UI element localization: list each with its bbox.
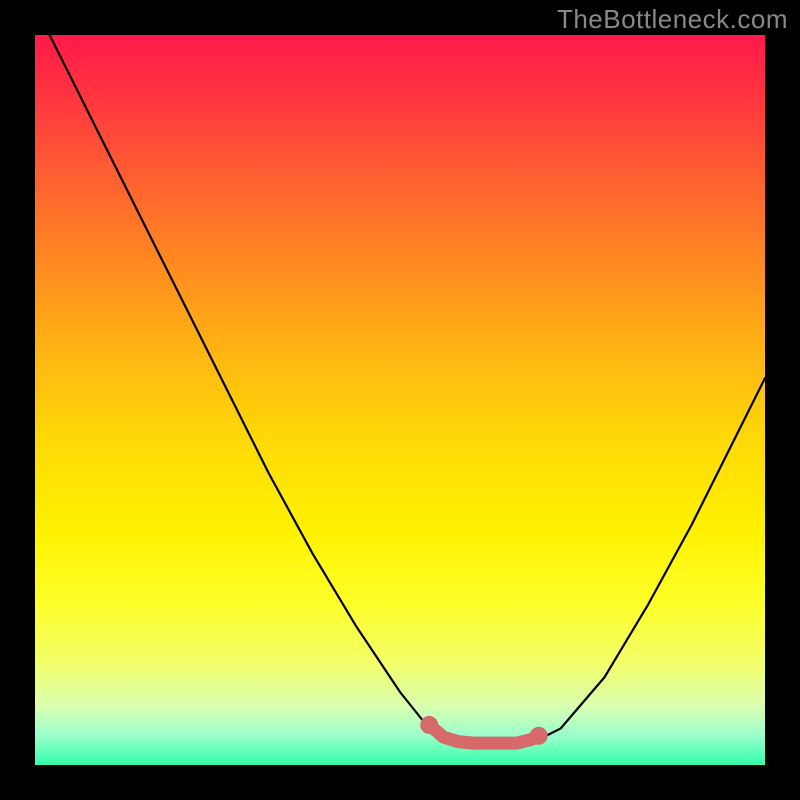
chart-svg [35, 35, 765, 765]
plot-area [35, 35, 765, 765]
chart-container: TheBottleneck.com [0, 0, 800, 800]
marker-endpoint [530, 727, 548, 745]
optimal-band-highlight [429, 725, 539, 743]
marker-endpoint [420, 716, 438, 734]
watermark-text: TheBottleneck.com [557, 4, 788, 35]
bottleneck-curve-line [50, 35, 765, 743]
